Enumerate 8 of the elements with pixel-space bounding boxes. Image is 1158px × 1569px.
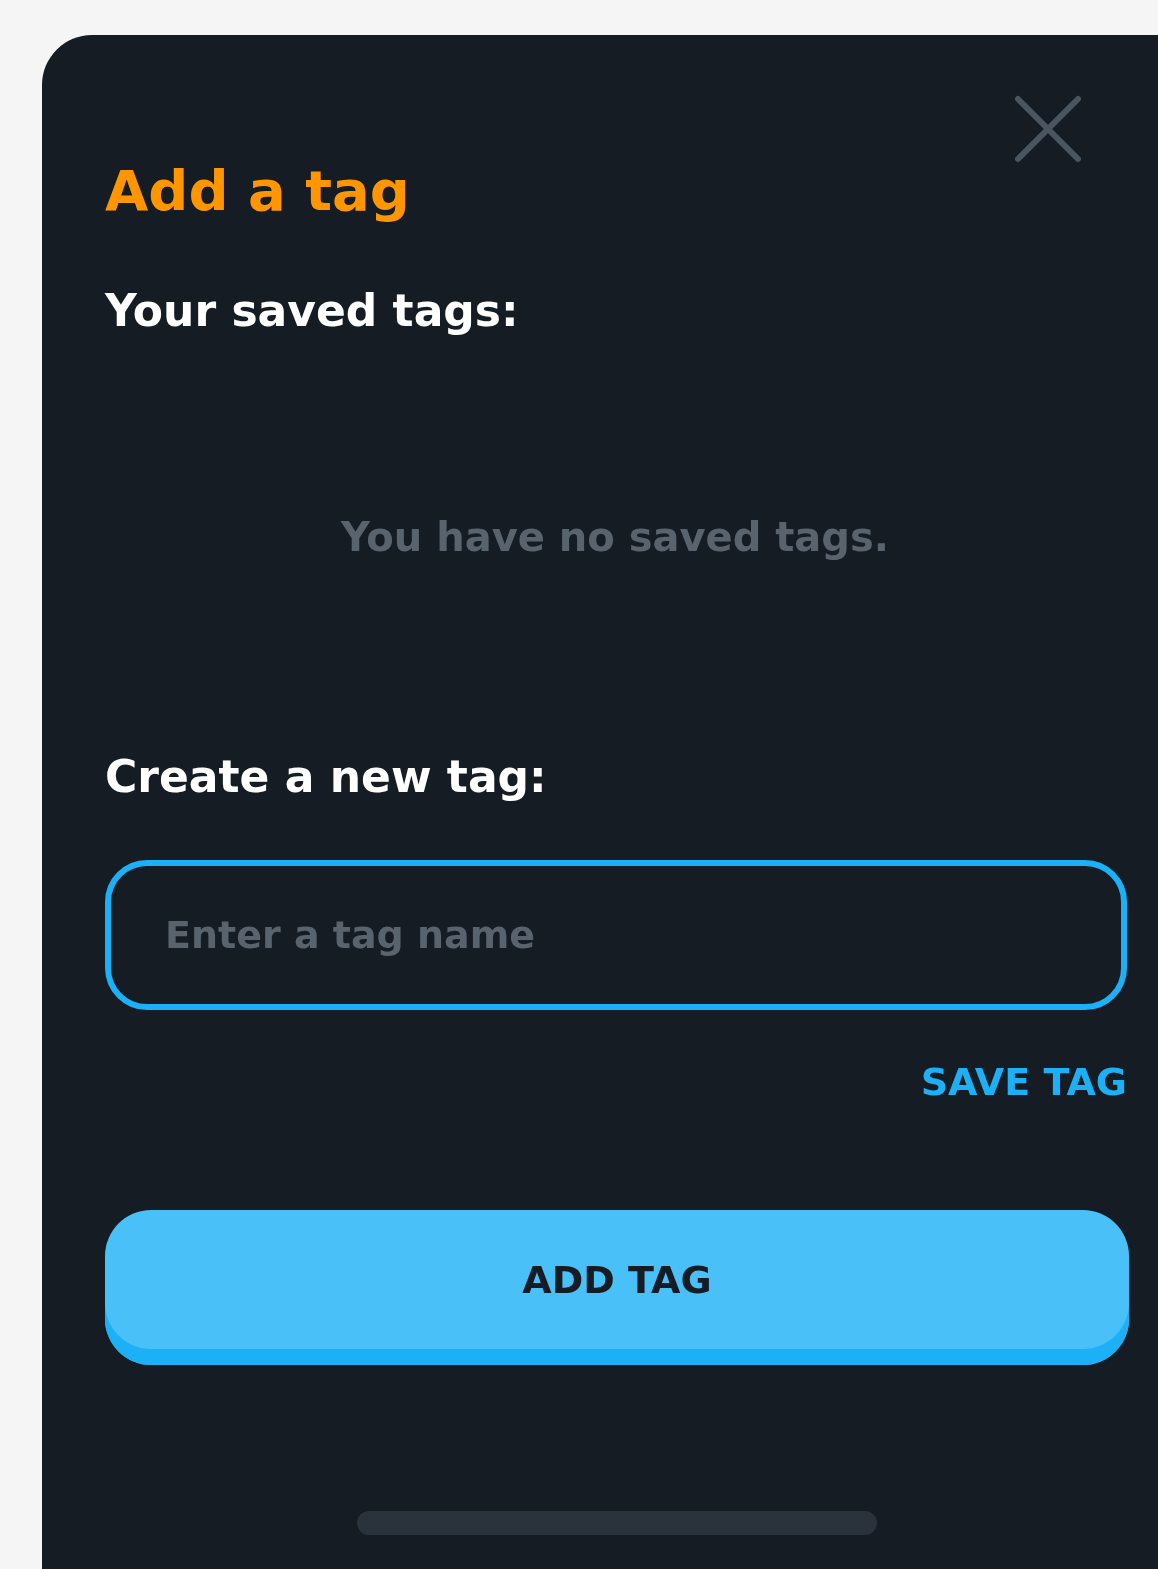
close-button[interactable]	[1014, 95, 1082, 163]
tag-name-field[interactable]: Enter a tag name	[105, 860, 1127, 1010]
dialog-title: Add a tag	[105, 157, 411, 225]
empty-message: You have no saved tags.	[341, 514, 889, 560]
add-tag-button[interactable]: ADD TAG	[105, 1210, 1129, 1365]
section-heading: Create a new tag:	[105, 750, 548, 804]
save-tag-link[interactable]: SAVE TAG	[920, 1056, 1127, 1108]
section-heading: Your saved tags:	[105, 284, 520, 338]
